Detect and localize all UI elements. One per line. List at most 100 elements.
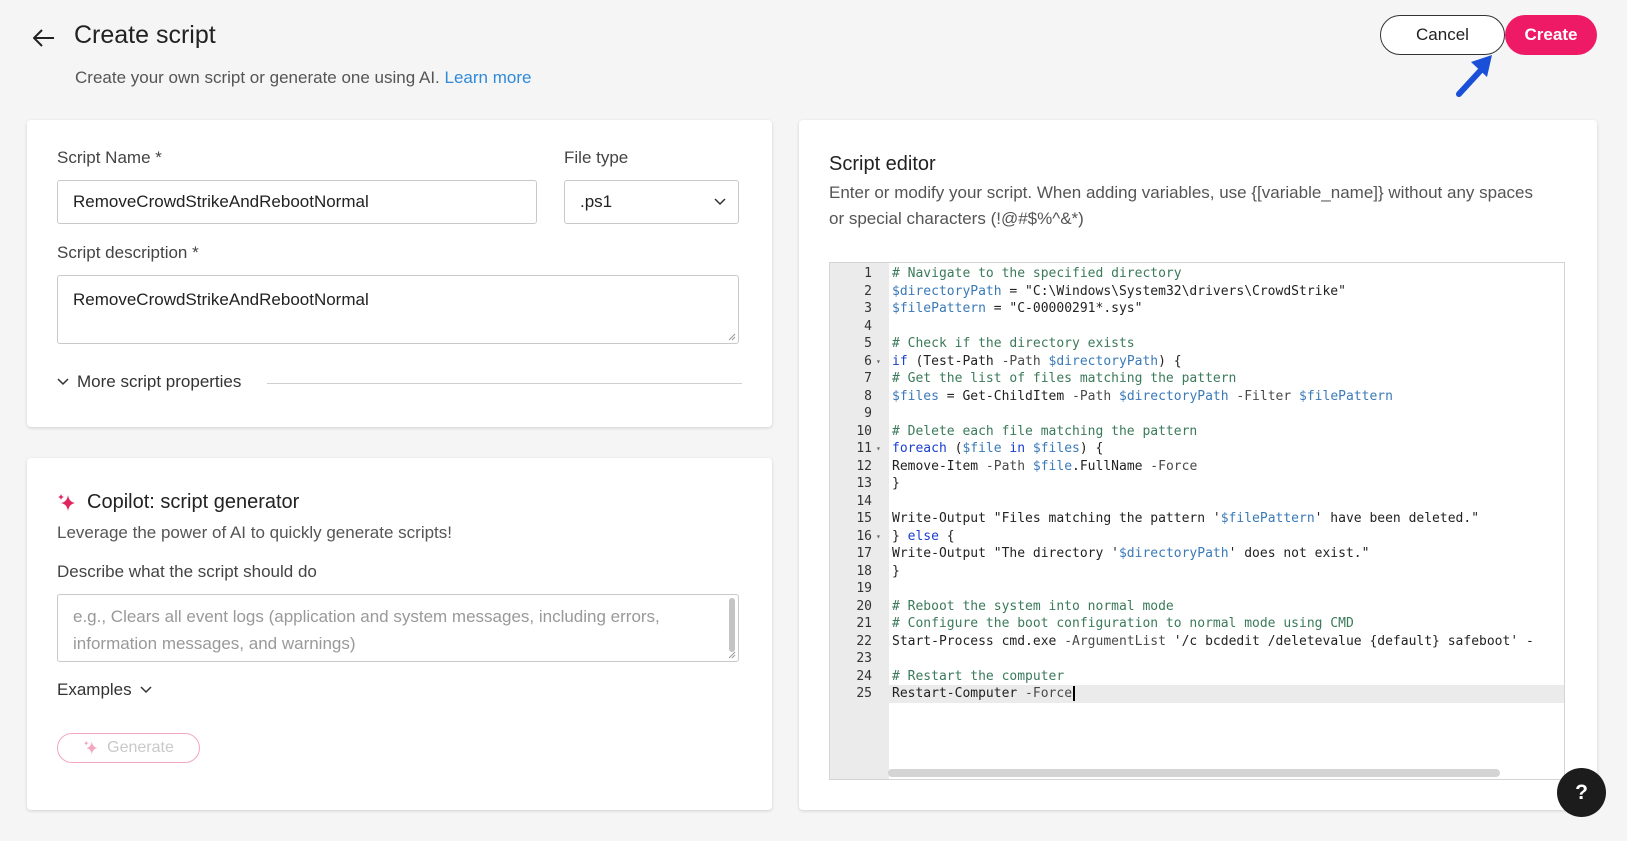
copilot-card: Copilot: script generator Leverage the p… <box>27 458 772 810</box>
line-number: 24 <box>856 668 872 684</box>
code-line[interactable]: 7 # Get the list of files matching the pa… <box>830 370 1564 388</box>
line-number: 25 <box>856 686 872 701</box>
line-number: 5 <box>864 336 872 351</box>
script-properties-card: Script Name * RemoveCrowdStrikeAndReboot… <box>27 120 772 427</box>
copilot-title: Copilot: script generator <box>57 491 299 514</box>
line-number: 8 <box>864 388 872 404</box>
line-number: 14 <box>856 493 872 509</box>
code-line[interactable]: 5 # Check if the directory exists <box>830 335 1564 353</box>
line-number: 9 <box>864 406 872 421</box>
line-number: 23 <box>856 651 872 666</box>
code-line[interactable]: 2 $directoryPath = "C:\Windows\System32\d… <box>830 283 1564 301</box>
file-type-value: .ps1 <box>580 192 613 211</box>
line-number: 19 <box>856 581 872 596</box>
line-number: 15 <box>856 511 872 526</box>
code-line[interactable]: 17 Write-Output "The directory '$director… <box>830 545 1564 563</box>
copilot-subtitle: Leverage the power of AI to quickly gene… <box>57 523 453 542</box>
text-caret <box>1073 686 1075 701</box>
line-number: 21 <box>856 616 872 631</box>
chevron-down-icon <box>57 378 69 386</box>
line-number: 2 <box>864 283 872 299</box>
code-line[interactable]: 14 <box>830 493 1564 511</box>
line-number: 10 <box>856 423 872 439</box>
code-text: Start-Process cmd.exe -ArgumentList '/c … <box>892 633 1534 649</box>
code-line[interactable]: 9 <box>830 405 1564 423</box>
code-line[interactable]: 11 ▾ foreach ($file in $files) { <box>830 440 1564 458</box>
page-subtitle-text: Create your own script or generate one u… <box>75 68 440 87</box>
code-text: # Reboot the system into normal mode <box>892 598 1174 614</box>
page-title: Create script <box>74 21 216 49</box>
code-text: # Delete each file matching the pattern <box>892 423 1198 439</box>
chevron-down-icon <box>714 198 726 206</box>
script-description-value: RemoveCrowdStrikeAndRebootNormal <box>73 290 369 309</box>
scrollbar[interactable] <box>729 598 735 652</box>
code-line[interactable]: 4 <box>830 318 1564 336</box>
file-type-label: File type <box>564 148 629 167</box>
editor-description: Enter or modify your script. When adding… <box>829 183 1533 228</box>
code-line[interactable]: 19 <box>830 580 1564 598</box>
prompt-textarea[interactable]: e.g., Clears all event logs (application… <box>57 594 739 662</box>
code-text: # Restart the computer <box>892 668 1065 684</box>
script-name-input[interactable]: RemoveCrowdStrikeAndRebootNormal <box>57 180 537 224</box>
page-subtitle: Create your own script or generate one u… <box>75 68 531 88</box>
line-number: 4 <box>864 318 872 334</box>
code-line[interactable]: 20 # Reboot the system into normal mode <box>830 598 1564 616</box>
create-button[interactable]: Create <box>1505 15 1597 55</box>
editor-title: Script editor <box>829 153 936 175</box>
line-number: 20 <box>856 598 872 614</box>
file-type-select[interactable]: .ps1 <box>564 180 739 224</box>
examples-toggle[interactable]: Examples <box>57 680 152 700</box>
code-text: Remove-Item -Path $file.FullName -Force <box>892 458 1198 474</box>
script-description-label: Script description * <box>57 243 199 262</box>
cancel-button[interactable]: Cancel <box>1380 15 1505 55</box>
line-number: 17 <box>856 546 872 561</box>
line-number: 16 <box>856 528 872 544</box>
annotation-arrow-icon <box>1456 55 1492 97</box>
resize-grip-icon[interactable] <box>726 649 736 659</box>
prompt-label: Describe what the script should do <box>57 562 317 581</box>
code-line[interactable]: 12 Remove-Item -Path $file.FullName -Forc… <box>830 458 1564 476</box>
back-button[interactable] <box>28 22 60 54</box>
more-script-properties-label: More script properties <box>77 372 242 391</box>
line-number: 13 <box>856 476 872 491</box>
code-line[interactable]: 3 $filePattern = "C-00000291*.sys" <box>830 300 1564 318</box>
help-button[interactable]: ? <box>1557 768 1606 817</box>
code-line[interactable]: 21 # Configure the boot configuration to … <box>830 615 1564 633</box>
code-line[interactable]: 15 Write-Output "Files matching the patte… <box>830 510 1564 528</box>
line-number: 11 <box>856 441 872 456</box>
code-line[interactable]: 16 ▾} else { <box>830 528 1564 546</box>
code-text: # Check if the directory exists <box>892 336 1135 351</box>
examples-label: Examples <box>57 680 132 699</box>
code-line[interactable]: 6 ▾ if (Test-Path -Path $directoryPath) { <box>830 353 1564 371</box>
code-line[interactable]: 25 Restart-Computer -Force <box>830 685 1564 703</box>
generate-button[interactable]: Generate <box>57 733 200 763</box>
fold-toggle-icon[interactable]: ▾ <box>876 440 881 458</box>
resize-grip-icon[interactable] <box>726 331 736 341</box>
horizontal-scrollbar[interactable] <box>888 769 1500 777</box>
script-name-label: Script Name * <box>57 148 162 167</box>
code-lines: 1 # Navigate to the specified directory 2 $… <box>830 265 1564 703</box>
code-text: foreach ($file in $files) { <box>892 441 1104 456</box>
arrow-left-icon <box>33 29 54 47</box>
code-line[interactable]: 10 # Delete each file matching the patter… <box>830 423 1564 441</box>
code-line[interactable]: 1 # Navigate to the specified directory <box>830 265 1564 283</box>
learn-more-link[interactable]: Learn more <box>445 68 532 87</box>
script-editor-card: Script editor Enter or modify your scrip… <box>799 120 1597 810</box>
code-line[interactable]: 22 Start-Process cmd.exe -ArgumentList '/… <box>830 633 1564 651</box>
script-description-textarea[interactable]: RemoveCrowdStrikeAndRebootNormal <box>57 275 739 344</box>
code-text: if (Test-Path -Path $directoryPath) { <box>892 353 1182 369</box>
line-number: 12 <box>856 458 872 474</box>
code-line[interactable]: 13} <box>830 475 1564 493</box>
code-text: # Configure the boot configuration to no… <box>892 616 1354 631</box>
code-line[interactable]: 8 $files = Get-ChildItem -Path $directory… <box>830 388 1564 406</box>
fold-toggle-icon[interactable]: ▾ <box>876 353 881 371</box>
sparkle-icon <box>58 493 75 511</box>
code-editor[interactable]: 1 # Navigate to the specified directory 2 $… <box>829 262 1565 780</box>
code-text: # Navigate to the specified directory <box>892 266 1182 281</box>
code-text: } <box>892 563 900 579</box>
more-script-properties-toggle[interactable]: More script properties <box>57 372 241 392</box>
code-line[interactable]: 24 # Restart the computer <box>830 668 1564 686</box>
code-line[interactable]: 23 <box>830 650 1564 668</box>
code-line[interactable]: 18} <box>830 563 1564 581</box>
fold-toggle-icon[interactable]: ▾ <box>876 528 881 546</box>
